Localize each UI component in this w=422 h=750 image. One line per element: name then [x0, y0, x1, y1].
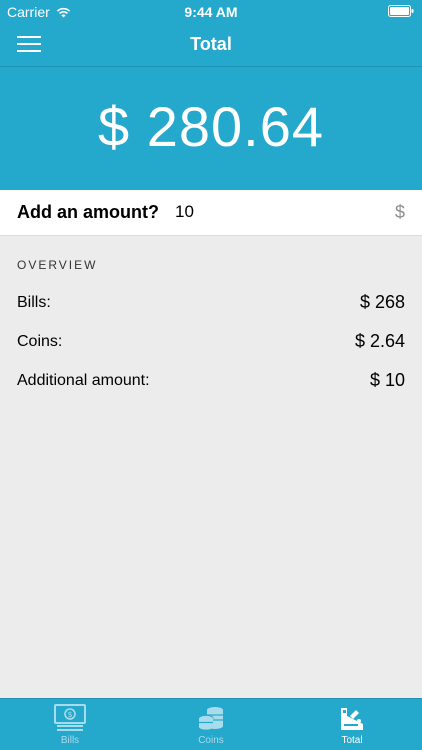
add-amount-input[interactable] — [175, 198, 375, 226]
overview-value: $ 2.64 — [354, 331, 405, 351]
tab-bills[interactable]: $ Bills — [0, 699, 140, 750]
tab-total[interactable]: Total — [282, 699, 422, 750]
overview-label: Additional amount: — [17, 372, 150, 389]
tab-label: Coins — [198, 735, 224, 746]
overview-header: OVERVIEW — [17, 258, 98, 272]
app-root: Carrier 9:44 AM Total $ 280.64 Add an am… — [0, 0, 422, 750]
add-amount-row: Add an amount? $ — [0, 190, 422, 236]
total-amount: $ 280.64 — [98, 95, 324, 158]
overview-value: $ 268 — [359, 292, 405, 312]
status-bar: Carrier 9:44 AM — [0, 0, 422, 22]
page-title: Total — [190, 34, 232, 54]
tab-label: Bills — [60, 735, 80, 746]
tab-bar: $ Bills Coins Total — [0, 698, 422, 750]
overview-row-additional: Additional amount: $ 10 — [0, 366, 422, 396]
nav-bar: Total — [0, 22, 422, 67]
overview-row-bills: Bills: $ 268 — [0, 288, 422, 318]
bills-icon: $ — [54, 704, 86, 731]
overview-label: Bills: — [17, 294, 51, 311]
status-time: 9:44 AM — [184, 4, 238, 20]
total-icon — [341, 708, 363, 730]
overview-row-coins: Coins: $ 2.64 — [0, 327, 422, 357]
coins-icon — [198, 707, 223, 730]
add-amount-label: Add an amount? — [17, 202, 159, 222]
total-display: $ 280.64 — [0, 67, 422, 190]
svg-text:$: $ — [67, 710, 72, 719]
overview-label: Coins: — [17, 333, 63, 350]
battery-icon — [388, 5, 414, 17]
overview-value: $ 10 — [369, 370, 405, 390]
currency-symbol: $ — [394, 202, 405, 222]
tab-label: Total — [341, 735, 363, 746]
tab-coins[interactable]: Coins — [141, 699, 281, 750]
